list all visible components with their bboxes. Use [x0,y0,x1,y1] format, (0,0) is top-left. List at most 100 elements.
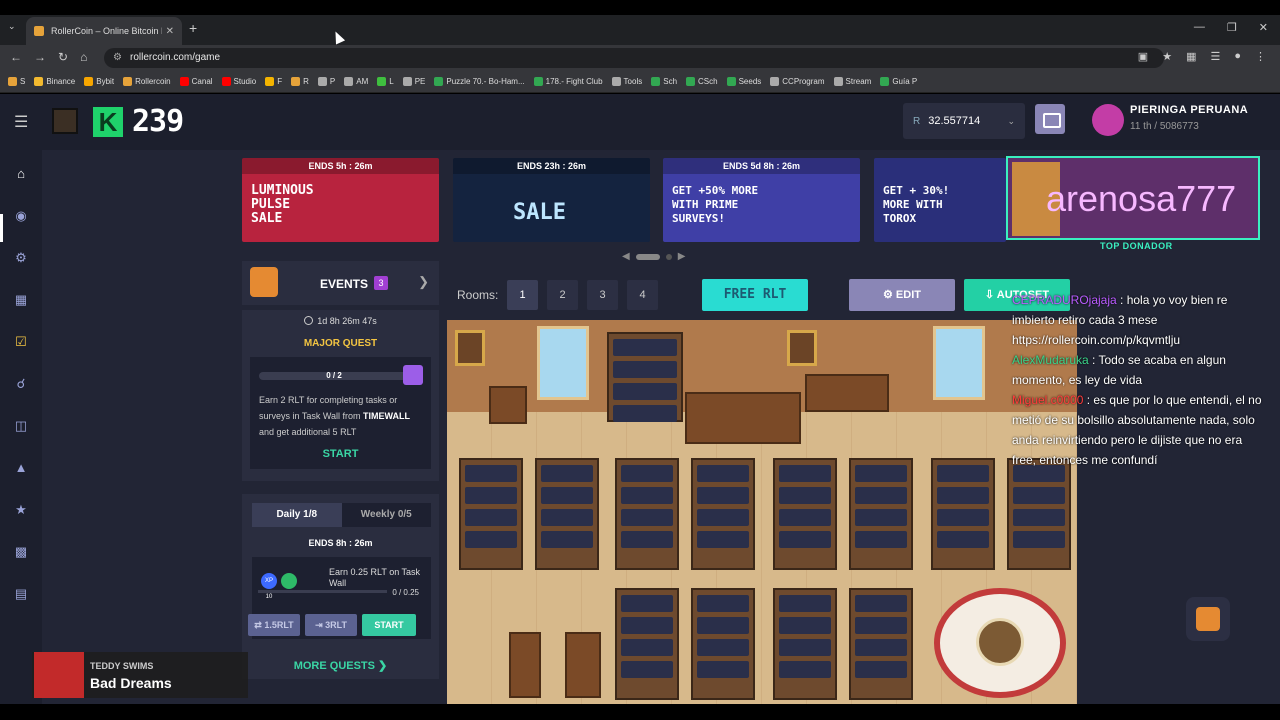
restore-icon[interactable]: ❐ [1227,21,1237,34]
room-4-button[interactable]: 4 [627,280,658,310]
bookmark-item[interactable]: Stream [833,77,871,86]
bookmark-star-icon[interactable]: ★ [1162,50,1172,63]
bookmark-item[interactable]: Bybit [84,77,114,86]
events-header[interactable]: EVENTS 3 ❯ [242,261,439,305]
fox-help-button[interactable] [1186,597,1230,641]
install-icon[interactable]: ▣ [1138,50,1148,63]
bookmark-item[interactable]: Binance [34,77,75,86]
skip-3rlt-button[interactable]: ⇥ 3RLT [305,614,357,636]
trophy-nav-icon[interactable]: ★ [12,502,30,518]
media-icon[interactable]: ☰ [1210,50,1220,63]
profile-icon[interactable]: ● [1234,50,1241,63]
market-nav-icon[interactable]: ☌ [12,376,30,392]
user-avatar[interactable] [1092,104,1124,136]
close-tab-icon[interactable]: ✕ [166,26,174,37]
edit-room-button[interactable]: ⚙ EDIT [849,279,955,311]
wallet-icon[interactable] [1035,104,1065,134]
bookmark-item[interactable]: P [317,77,335,86]
banner-luminous-sale[interactable]: ENDS 5h : 26m LUMINOUS PULSE SALE [242,158,439,242]
miner-rack[interactable] [615,588,679,700]
bookmark-item[interactable]: Puzzle 70.- Bo-Ham... [434,77,525,86]
url-input[interactable]: ⚙ rollercoin.com/game [104,48,1164,68]
room-1-button[interactable]: 1 [507,280,538,310]
next-icon[interactable]: ▶ [678,251,686,262]
bookmark-item[interactable]: PE [402,77,425,86]
bookmark-item[interactable]: R [291,77,309,86]
bookmark-item[interactable]: F [265,77,282,86]
miner-rack[interactable] [773,588,837,700]
menu-icon[interactable]: ⋮ [1255,50,1266,63]
mining-room[interactable] [447,320,1077,704]
clock-icon [304,316,314,325]
trophy-shelf[interactable] [607,332,683,422]
more-quests-link[interactable]: MORE QUESTS ❯ [242,659,439,672]
tab-list-icon[interactable]: ⌄ [8,21,16,32]
back-icon[interactable]: ← [10,50,22,64]
banner-prime-surveys[interactable]: ENDS 5d 8h : 26m GET +50% MORE WITH PRIM… [663,158,860,242]
computer-desk[interactable] [685,392,801,444]
bookmark-item[interactable]: CCProgram [770,77,825,86]
bookmark-item[interactable]: Rollercoin [123,77,171,86]
skip-1-5rlt-button[interactable]: ⇄ 1.5RLT [248,614,300,636]
quest-start-button[interactable]: START [250,448,431,460]
banner-sale[interactable]: ENDS 23h : 26m SALE [453,158,650,242]
miner-rack[interactable] [849,458,913,570]
new-tab-icon[interactable]: + [189,20,197,36]
close-window-icon[interactable]: ✕ [1259,21,1268,34]
bookmark-favicon-icon [651,77,661,86]
pixel-avatar[interactable] [52,108,78,134]
miner-rack[interactable] [1007,458,1071,570]
carousel-dot[interactable] [665,253,672,260]
task-start-button[interactable]: START [362,614,416,636]
task-progress-text: 0 / 0.25 [392,588,419,597]
events-nav-icon[interactable]: ▦ [12,292,30,308]
bookmark-item[interactable]: Studio [221,77,256,86]
store-nav-icon[interactable]: ◫ [12,418,30,434]
bookmark-item[interactable]: Canal [179,77,213,86]
minimize-icon[interactable]: — [1194,21,1205,34]
bookmark-item[interactable]: S [8,77,25,86]
tab-daily[interactable]: Daily 1/8 [252,503,342,527]
miner-rack[interactable] [773,458,837,570]
bookmark-item[interactable]: AM [344,77,368,86]
prev-icon[interactable]: ◀ [622,251,630,262]
bookmark-item[interactable]: Seeds [726,77,761,86]
major-quest-title: MAJOR QUEST [303,338,378,349]
carousel-dot[interactable] [635,253,660,260]
tab-weekly[interactable]: Weekly 0/5 [342,503,432,527]
balance-dropdown[interactable]: R 32.557714 ⌄ [903,103,1025,139]
extensions-icon[interactable]: ▦ [1186,50,1196,63]
miner-rack[interactable] [459,458,523,570]
room-2-button[interactable]: 2 [547,280,578,310]
bookmark-item[interactable]: Tools [611,77,642,86]
miner-rack[interactable] [615,458,679,570]
miner-rack[interactable] [849,588,913,700]
forward-icon[interactable]: → [34,50,46,64]
games-nav-icon[interactable]: ◉ [12,208,30,224]
miner-rack[interactable] [535,458,599,570]
browser-tab[interactable]: RollerCoin – Online Bitcoin Mi ✕ [26,17,182,45]
tasks-nav-icon[interactable]: ☑ [12,334,30,350]
room-3-button[interactable]: 3 [587,280,618,310]
network-nav-icon[interactable]: ▲ [12,460,30,476]
banner-torox[interactable]: GET + 30%! MORE WITH TOROX [874,158,1006,242]
free-rlt-button[interactable]: FREE RLT [702,279,808,311]
bookmark-item[interactable]: 178.- Fight Club [533,77,603,86]
bookmark-item[interactable]: L [377,77,394,86]
menu-toggle-icon[interactable]: ☰ [14,112,28,132]
miner-rack[interactable] [691,458,755,570]
bookmark-item[interactable]: CSch [686,77,718,86]
home-icon[interactable]: ⌂ [80,50,87,64]
site-info-icon[interactable]: ⚙ [113,52,122,63]
home-nav-icon[interactable]: ⌂ [12,166,30,182]
bookmark-item[interactable]: Sch [651,77,677,86]
chevron-right-icon[interactable]: ❯ [418,274,429,290]
miner-rack[interactable] [691,588,755,700]
reload-icon[interactable]: ↻ [58,50,68,64]
miner-rack[interactable] [931,458,995,570]
docs-nav-icon[interactable]: ▤ [12,586,30,602]
bookmark-favicon-icon [221,77,231,86]
rewards-nav-icon[interactable]: ⚙ [12,250,30,266]
bookmark-item[interactable]: Guía P [880,77,917,86]
mining-nav-icon[interactable]: ▩ [12,544,30,560]
